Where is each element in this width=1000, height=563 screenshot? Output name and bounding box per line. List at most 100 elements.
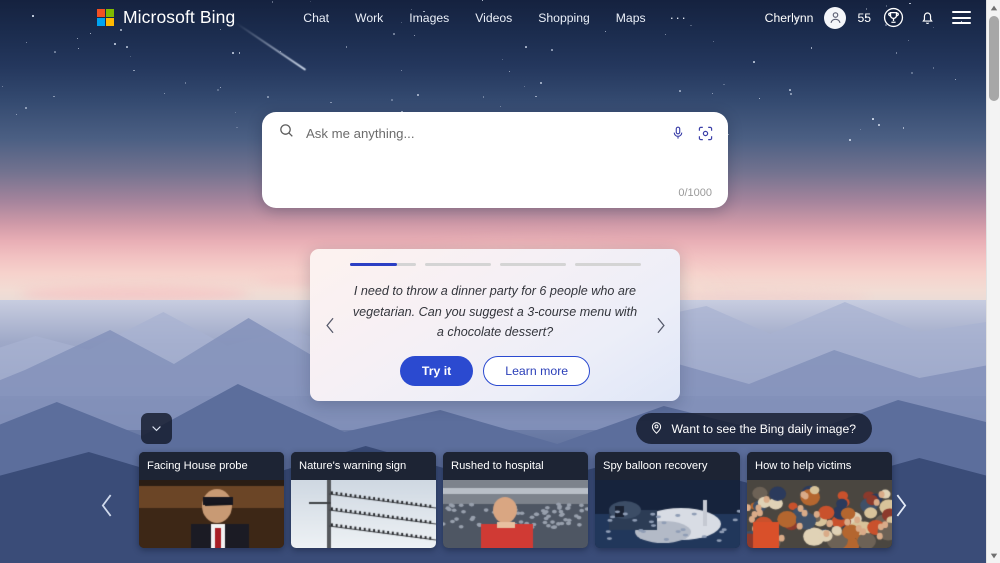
logo-tile <box>97 9 105 17</box>
logo-tile <box>106 18 114 26</box>
star <box>236 126 238 129</box>
star <box>878 123 880 126</box>
segment-fill <box>349 263 398 267</box>
person-avatar-icon[interactable] <box>824 6 847 29</box>
scroll-thumb[interactable] <box>989 16 999 101</box>
star <box>907 40 909 41</box>
news-card[interactable]: Spy balloon recovery <box>595 452 740 548</box>
expand-feed-button[interactable] <box>141 413 172 444</box>
suggestion-actions: Try it Learn more <box>399 355 591 386</box>
nav-item-shopping[interactable]: Shopping <box>525 6 603 30</box>
nav-item-maps[interactable]: Maps <box>603 6 659 30</box>
nav-item-videos[interactable]: Videos <box>462 6 525 30</box>
star <box>163 92 165 94</box>
news-card-image <box>595 480 740 548</box>
star <box>859 128 862 130</box>
star <box>524 85 526 87</box>
star <box>911 72 913 74</box>
nav-item-work[interactable]: Work <box>342 6 396 30</box>
star <box>15 113 18 116</box>
carousel-segment[interactable] <box>424 263 491 267</box>
news-card-image <box>747 480 892 548</box>
star <box>788 88 791 91</box>
trophy-icon[interactable] <box>882 6 905 29</box>
nav-item-chat[interactable]: Chat <box>290 6 342 30</box>
brand-name: Microsoft Bing <box>123 7 236 27</box>
news-card-carousel: Facing House probe Nature's warning sign R… <box>139 452 892 548</box>
search-input[interactable] <box>295 125 659 141</box>
search-icon <box>278 122 295 144</box>
star <box>499 106 501 108</box>
carousel-segment[interactable] <box>349 263 416 267</box>
try-it-button[interactable]: Try it <box>399 355 474 386</box>
star <box>25 41 28 44</box>
news-carousel-next-button[interactable] <box>884 485 918 525</box>
star <box>482 96 485 98</box>
news-card-image <box>443 480 588 548</box>
chevron-down-icon <box>152 426 161 432</box>
star <box>238 52 241 55</box>
microphone-icon[interactable] <box>670 125 686 141</box>
star <box>234 111 236 113</box>
scroll-up-arrow-icon[interactable] <box>987 0 1000 15</box>
star <box>723 83 725 86</box>
visual-search-icon[interactable] <box>697 125 714 142</box>
carousel-segment[interactable] <box>499 263 566 267</box>
news-card-title: How to help victims <box>747 452 892 480</box>
star <box>525 46 527 48</box>
star <box>678 90 681 92</box>
news-card[interactable]: Rushed to hospital <box>443 452 588 548</box>
bell-icon[interactable] <box>916 6 939 29</box>
search-box[interactable]: 0/1000 <box>262 112 728 208</box>
star <box>54 51 56 54</box>
carousel-next-button[interactable] <box>649 310 671 340</box>
nav-more-button[interactable]: ··· <box>659 7 699 28</box>
suggestion-carousel: I need to throw a dinner party for 6 peo… <box>310 249 680 401</box>
daily-image-button[interactable]: Want to see the Bing daily image? <box>635 413 872 444</box>
page-scrollbar[interactable] <box>986 0 1000 563</box>
daily-image-label: Want to see the Bing daily image? <box>671 421 857 436</box>
star <box>758 98 760 99</box>
star <box>753 61 755 63</box>
star <box>872 118 874 120</box>
star <box>895 52 898 54</box>
star <box>24 106 27 109</box>
news-card[interactable]: How to help victims <box>747 452 892 548</box>
star <box>535 95 537 98</box>
user-name: Cherlynn <box>764 10 814 25</box>
star <box>1 86 3 87</box>
news-card[interactable]: Nature's warning sign <box>291 452 436 548</box>
star <box>330 101 332 104</box>
star <box>133 69 135 72</box>
star <box>849 138 852 141</box>
star <box>345 46 348 48</box>
star <box>932 67 935 70</box>
news-card-title: Rushed to hospital <box>443 452 588 480</box>
character-counter: 0/1000 <box>678 187 712 199</box>
star <box>401 69 403 71</box>
star <box>789 92 792 95</box>
news-card[interactable]: Facing House probe <box>139 452 284 548</box>
star <box>114 43 117 45</box>
star <box>129 55 131 57</box>
reward-points: 55 <box>857 10 871 25</box>
microsoft-logo <box>97 9 114 26</box>
logo-tile <box>106 9 114 17</box>
star <box>184 82 186 84</box>
learn-more-button[interactable]: Learn more <box>483 355 591 386</box>
carousel-segment[interactable] <box>574 263 641 267</box>
primary-nav: Chat Work Images Videos Shopping Maps ··· <box>290 6 698 30</box>
scroll-down-arrow-icon[interactable] <box>987 548 1000 563</box>
bing-brand[interactable]: Microsoft Bing <box>97 7 235 28</box>
star <box>955 79 956 80</box>
star <box>76 38 78 39</box>
header-actions: Cherlynn 55 <box>765 6 986 29</box>
news-carousel-prev-button[interactable] <box>90 485 124 525</box>
nav-item-images[interactable]: Images <box>396 6 462 30</box>
star <box>711 93 713 95</box>
news-card-title: Facing House probe <box>139 452 284 480</box>
hamburger-menu-icon[interactable] <box>950 6 973 29</box>
location-pin-icon <box>649 420 664 438</box>
carousel-prev-button[interactable] <box>319 310 341 340</box>
star <box>391 99 394 102</box>
